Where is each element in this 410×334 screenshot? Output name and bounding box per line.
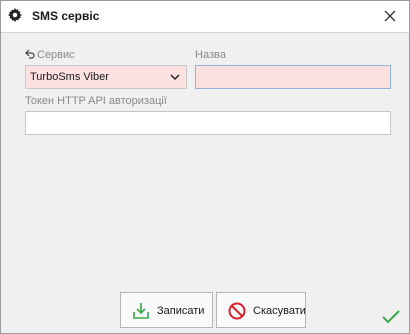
cancel-icon <box>228 302 246 320</box>
token-input[interactable] <box>26 112 390 134</box>
gear-icon <box>8 8 22 22</box>
chevron-down-icon[interactable] <box>170 73 180 81</box>
service-select[interactable]: TurboSms Viber <box>25 65 187 89</box>
download-save-icon <box>133 303 149 319</box>
name-label: Назва <box>195 49 226 61</box>
service-label-row: Сервис <box>25 49 75 61</box>
back-arrow-icon[interactable] <box>25 49 35 59</box>
check-icon <box>382 310 400 324</box>
name-input[interactable] <box>196 66 390 88</box>
save-button-label: Записати <box>157 305 205 317</box>
dialog-title: SMS сервіс <box>32 9 100 23</box>
service-select-value: TurboSms Viber <box>30 71 109 83</box>
close-icon[interactable] <box>381 7 399 25</box>
token-field[interactable] <box>25 111 391 135</box>
service-label: Сервис <box>37 49 75 61</box>
name-field[interactable] <box>195 65 391 89</box>
save-button[interactable]: Записати <box>120 292 213 328</box>
title-bar: SMS сервіс <box>1 1 409 33</box>
dialog-window: SMS сервіс Сервис TurboSms Viber Назва Т… <box>0 0 410 334</box>
cancel-button-label: Скасувати <box>253 305 306 317</box>
token-label: Токен HTTP API авторизації <box>25 95 167 107</box>
cancel-button[interactable]: Скасувати <box>216 292 306 328</box>
